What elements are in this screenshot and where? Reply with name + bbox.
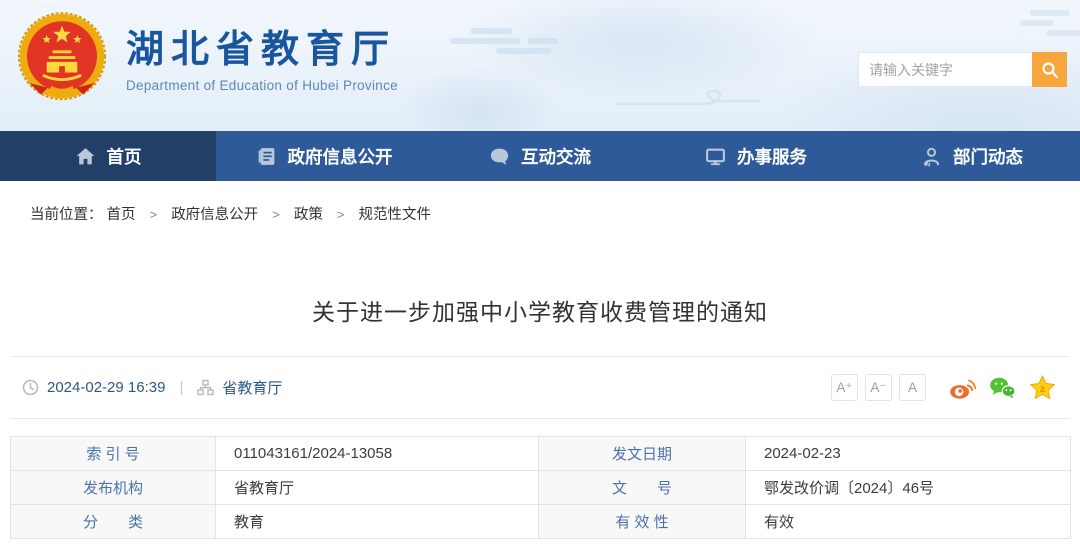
article-source[interactable]: 省教育厅 bbox=[222, 377, 282, 398]
validity-value: 有效 bbox=[746, 505, 1071, 539]
font-increase-button[interactable]: A⁺ bbox=[831, 374, 858, 401]
nav-item-label: 部门动态 bbox=[953, 144, 1023, 169]
breadcrumb-separator: > bbox=[337, 207, 345, 222]
table-row: 分 类 教育 有 效 性 有效 bbox=[11, 505, 1071, 539]
nav-item-label: 首页 bbox=[107, 144, 142, 169]
breadcrumb-item-policy[interactable]: 政策 bbox=[294, 207, 323, 223]
doc-number-label: 文 号 bbox=[539, 471, 746, 505]
font-reset-button[interactable]: A bbox=[899, 374, 926, 401]
document-icon bbox=[256, 146, 277, 167]
site-subtitle: Department of Education of Hubei Provinc… bbox=[126, 78, 398, 93]
cloud-decoration-icon bbox=[1020, 8, 1080, 38]
validity-label: 有 效 性 bbox=[539, 505, 746, 539]
weibo-share-icon[interactable] bbox=[949, 375, 976, 400]
article-meta-right: A⁺ A⁻ A z bbox=[831, 374, 1070, 401]
sitemap-icon bbox=[197, 379, 214, 396]
publish-org-label: 发布机构 bbox=[11, 471, 216, 505]
search-box bbox=[858, 52, 1067, 87]
breadcrumb: 当前位置： 首页 > 政府信息公开 > 政策 > 规范性文件 bbox=[0, 181, 1080, 219]
category-value: 教育 bbox=[216, 505, 539, 539]
qzone-share-icon[interactable]: z bbox=[1029, 375, 1056, 400]
nav-item-services[interactable]: 办事服务 bbox=[648, 131, 864, 181]
nav-item-home[interactable]: 首页 bbox=[0, 131, 216, 181]
nav-item-label: 互动交流 bbox=[521, 144, 591, 169]
breadcrumb-separator: > bbox=[272, 207, 280, 222]
meta-separator: | bbox=[179, 379, 183, 396]
brand-titles: 湖北省教育厅 Department of Education of Hubei … bbox=[126, 28, 398, 93]
national-emblem-icon bbox=[16, 12, 108, 108]
home-icon bbox=[75, 146, 96, 167]
breadcrumb-item-normative-docs[interactable]: 规范性文件 bbox=[359, 207, 432, 223]
breadcrumb-item-home[interactable]: 首页 bbox=[107, 207, 136, 223]
clock-icon bbox=[22, 379, 39, 396]
document-info-table: 索 引 号 011043161/2024-13058 发文日期 2024-02-… bbox=[10, 436, 1071, 539]
font-decrease-button[interactable]: A⁻ bbox=[865, 374, 892, 401]
article-meta-bar: 2024-02-29 16:39 | 省教育厅 A⁺ A⁻ A bbox=[10, 356, 1070, 419]
publish-org-value: 省教育厅 bbox=[216, 471, 539, 505]
publish-time: 2024-02-29 16:39 bbox=[47, 379, 165, 396]
search-icon bbox=[1040, 60, 1060, 80]
nav-item-department-news[interactable]: 部门动态 bbox=[864, 131, 1080, 181]
search-input[interactable] bbox=[858, 52, 1032, 87]
nav-item-gov-info[interactable]: 政府信息公开 bbox=[216, 131, 432, 181]
monitor-icon bbox=[705, 146, 726, 167]
table-row: 索 引 号 011043161/2024-13058 发文日期 2024-02-… bbox=[11, 437, 1071, 471]
search-button[interactable] bbox=[1032, 52, 1067, 87]
site-title: 湖北省教育厅 bbox=[126, 28, 398, 72]
index-number-value: 011043161/2024-13058 bbox=[216, 437, 539, 471]
category-label: 分 类 bbox=[11, 505, 216, 539]
person-icon bbox=[921, 146, 942, 167]
issue-date-value: 2024-02-23 bbox=[746, 437, 1071, 471]
share-group: z bbox=[949, 375, 1056, 400]
site-logo[interactable]: 湖北省教育厅 Department of Education of Hubei … bbox=[16, 12, 398, 108]
breadcrumb-separator: > bbox=[150, 207, 158, 222]
doc-number-value: 鄂发改价调〔2024〕46号 bbox=[746, 471, 1071, 505]
article-title: 关于进一步加强中小学教育收费管理的通知 bbox=[0, 293, 1080, 327]
table-row: 发布机构 省教育厅 文 号 鄂发改价调〔2024〕46号 bbox=[11, 471, 1071, 505]
nav-item-label: 政府信息公开 bbox=[288, 144, 393, 169]
cloud-decoration-icon bbox=[450, 24, 570, 64]
wechat-share-icon[interactable] bbox=[989, 375, 1016, 400]
main-nav: 首页 政府信息公开 互动交流 办事服务 部门动态 bbox=[0, 131, 1080, 181]
breadcrumb-label: 当前位置： bbox=[30, 207, 103, 223]
chat-bubble-icon bbox=[489, 146, 510, 167]
nav-item-label: 办事服务 bbox=[737, 144, 807, 169]
site-header: 湖北省教育厅 Department of Education of Hubei … bbox=[0, 0, 1080, 131]
cloud-decoration-icon bbox=[610, 88, 760, 110]
nav-item-interaction[interactable]: 互动交流 bbox=[432, 131, 648, 181]
breadcrumb-item-gov-info[interactable]: 政府信息公开 bbox=[171, 207, 258, 223]
article-meta-left: 2024-02-29 16:39 | 省教育厅 bbox=[10, 377, 282, 398]
svg-text:z: z bbox=[1040, 384, 1045, 395]
index-number-label: 索 引 号 bbox=[11, 437, 216, 471]
issue-date-label: 发文日期 bbox=[539, 437, 746, 471]
